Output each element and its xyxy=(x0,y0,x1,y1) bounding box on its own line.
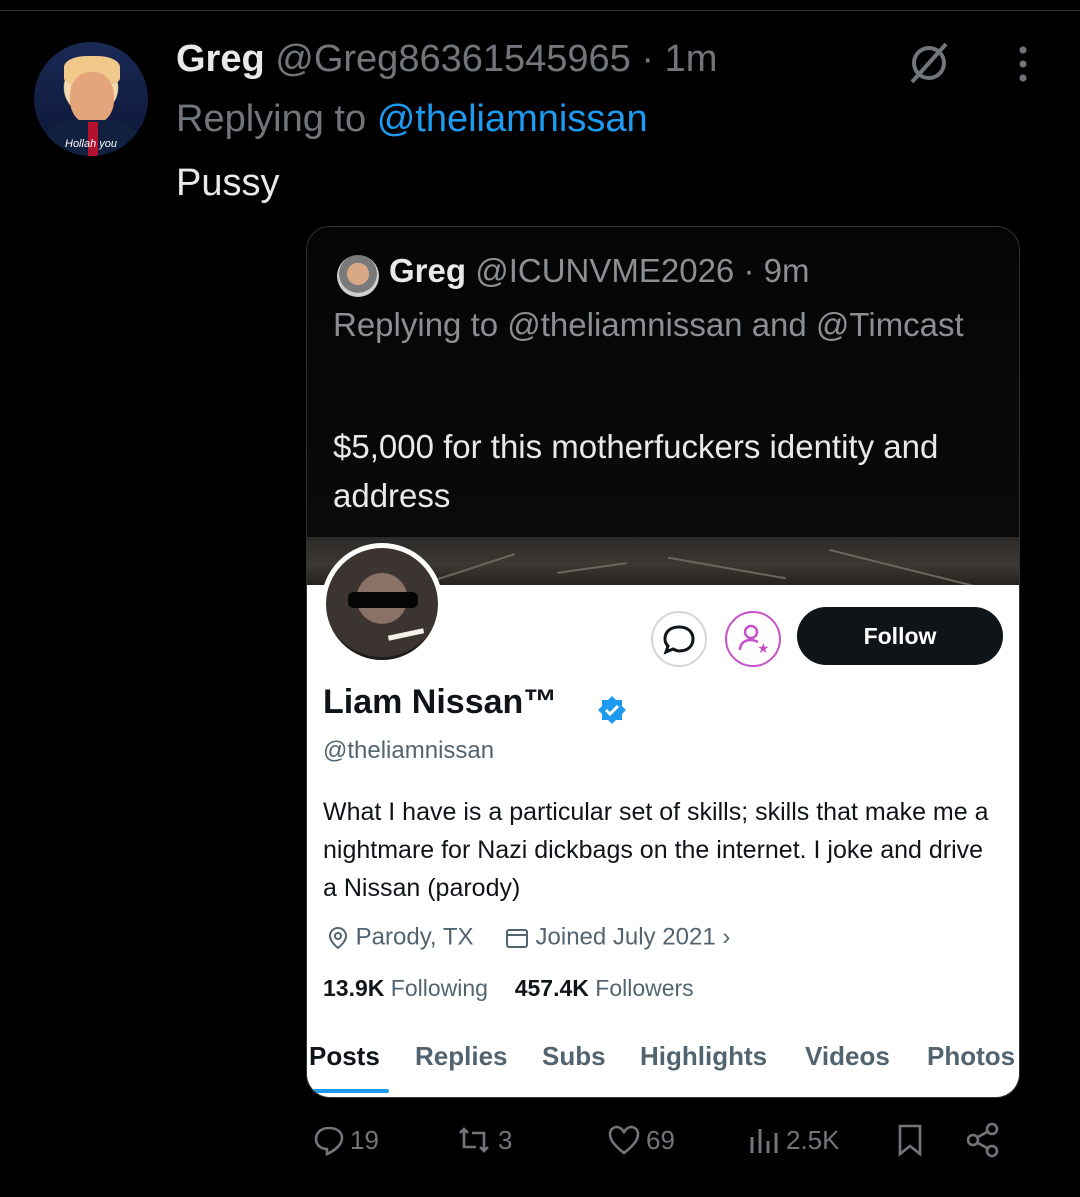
svg-text:★: ★ xyxy=(757,641,770,657)
followers-count: 457.4K xyxy=(514,975,589,1001)
bookmark-button[interactable] xyxy=(894,1116,930,1164)
location-icon xyxy=(328,926,348,949)
quoted-avatar xyxy=(337,255,379,297)
post-text: Pussy xyxy=(176,162,280,204)
more-icon[interactable] xyxy=(1008,44,1038,84)
reply-count: 19 xyxy=(350,1124,379,1155)
message-icon xyxy=(663,625,695,655)
like-count: 69 xyxy=(646,1124,675,1155)
profile-joined: Joined July 2021 xyxy=(535,923,716,951)
replying-to: Replying to @theliamnissan xyxy=(176,96,648,142)
quoted-text: $5,000 for this motherfuckers identity a… xyxy=(333,428,939,514)
quoted-header: Greg @ICUNVME2026 · 9m xyxy=(389,249,809,293)
author-handle[interactable]: @Greg86361545965 · 1m xyxy=(275,38,717,80)
quoted-tweet: Greg @ICUNVME2026 · 9m Replying to @thel… xyxy=(307,227,1019,541)
profile-avatar xyxy=(321,543,443,665)
author-name[interactable]: Greg xyxy=(176,38,265,80)
tab-photos: Photos xyxy=(927,1041,1016,1071)
grok-icon[interactable] xyxy=(904,38,954,88)
message-button xyxy=(651,611,707,667)
avatar[interactable]: Hollah you xyxy=(34,42,148,156)
top-divider xyxy=(0,10,1080,11)
embedded-image[interactable]: Greg @ICUNVME2026 · 9m Replying to @thel… xyxy=(306,226,1020,1098)
follow-button: Follow xyxy=(797,607,1003,665)
share-icon xyxy=(966,1122,999,1158)
repost-icon xyxy=(459,1127,489,1153)
share-button[interactable] xyxy=(964,1116,1006,1164)
profile-meta: Parody, TX Joined July 2021 › xyxy=(327,923,730,952)
calendar-icon xyxy=(505,928,528,948)
views-count: 2.5K xyxy=(786,1124,840,1155)
replying-prefix: Replying to xyxy=(176,98,367,140)
reply-icon xyxy=(314,1126,344,1156)
quoted-replying-line: Replying to @theliamnissan and @Timcast xyxy=(333,306,964,343)
chevron-right-icon: › xyxy=(722,923,731,951)
tab-replies: Replies xyxy=(415,1041,508,1071)
views-icon xyxy=(750,1129,778,1153)
followers-label: Followers xyxy=(595,975,694,1001)
profile-handle: @theliamnissan xyxy=(323,737,495,764)
following-count: 13.9K xyxy=(323,975,385,1001)
profile-tabs: Posts Replies Subs Highlights Videos Pho… xyxy=(309,1041,1019,1081)
repost-count: 3 xyxy=(498,1124,513,1155)
following-label: Following xyxy=(390,975,488,1001)
avatar-caption: Hollah you xyxy=(65,138,117,150)
active-tab-indicator xyxy=(313,1089,389,1093)
bookmark-icon xyxy=(898,1124,922,1157)
tab-subs: Subs xyxy=(542,1041,606,1071)
profile-bio: What I have is a particular set of skill… xyxy=(323,798,989,902)
profile-stats: 13.9K Following 457.4K Followers xyxy=(323,975,694,1002)
quoted-author-name: Greg xyxy=(389,252,467,289)
notify-button: ★ xyxy=(725,611,781,667)
repost-button[interactable]: 3 xyxy=(454,1116,512,1164)
action-bar: 19 3 69 2.5K xyxy=(0,1116,1080,1164)
views-button[interactable]: 2.5K xyxy=(746,1116,840,1164)
post-header: Greg @Greg86361545965 · 1m xyxy=(176,36,717,82)
verified-icon xyxy=(598,696,626,724)
quoted-author-handle: @ICUNVME2026 · 9m xyxy=(475,252,810,289)
notify-icon: ★ xyxy=(738,624,770,657)
like-icon xyxy=(608,1125,640,1155)
tab-highlights: Highlights xyxy=(640,1041,768,1071)
reply-button[interactable]: 19 xyxy=(312,1116,379,1164)
like-button[interactable]: 69 xyxy=(606,1116,675,1164)
profile-name: Liam Nissan™ xyxy=(323,683,558,721)
profile-location: Parody, TX xyxy=(355,923,474,951)
tab-videos: Videos xyxy=(805,1041,890,1071)
tab-posts: Posts xyxy=(309,1041,380,1071)
replying-mention[interactable]: @theliamnissan xyxy=(377,98,648,140)
